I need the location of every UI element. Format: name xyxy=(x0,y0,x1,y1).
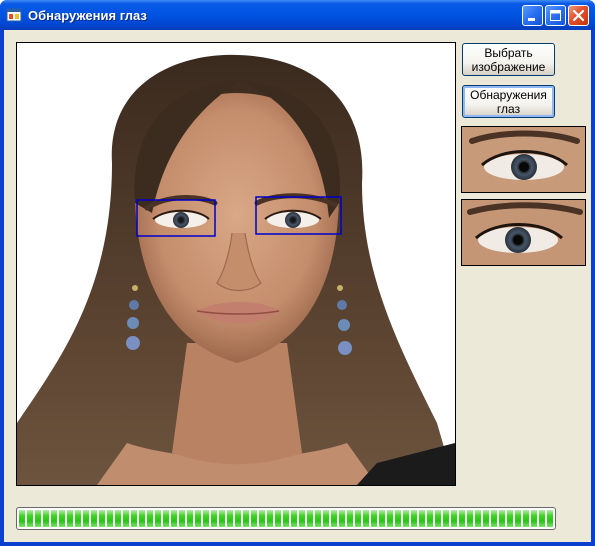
progress-bar xyxy=(16,507,556,530)
window-title: Обнаружения глаз xyxy=(28,8,147,23)
select-image-button[interactable]: Выбрать изображение xyxy=(462,43,555,76)
close-button[interactable] xyxy=(568,5,589,26)
picture-box xyxy=(16,42,456,486)
close-icon xyxy=(572,9,585,22)
progress-fill xyxy=(19,510,553,527)
maximize-icon xyxy=(550,10,561,21)
detected-eye-thumbnail-1 xyxy=(461,126,586,193)
eye-crop-image xyxy=(462,200,585,265)
detected-eye-thumbnail-2 xyxy=(461,199,586,266)
maximize-button[interactable] xyxy=(545,5,566,26)
face-photo xyxy=(17,43,455,485)
minimize-icon xyxy=(528,18,535,21)
detect-eyes-button[interactable]: Обнаружения глаз xyxy=(462,85,555,118)
title-bar[interactable]: Обнаружения глаз xyxy=(0,0,595,30)
app-icon xyxy=(6,8,22,22)
app-window: Обнаружения глаз Выбрать изображение Обн… xyxy=(0,0,595,546)
eye-crop-image xyxy=(462,127,585,192)
client-area: Выбрать изображение Обнаружения глаз xyxy=(4,30,591,542)
minimize-button[interactable] xyxy=(522,5,543,26)
